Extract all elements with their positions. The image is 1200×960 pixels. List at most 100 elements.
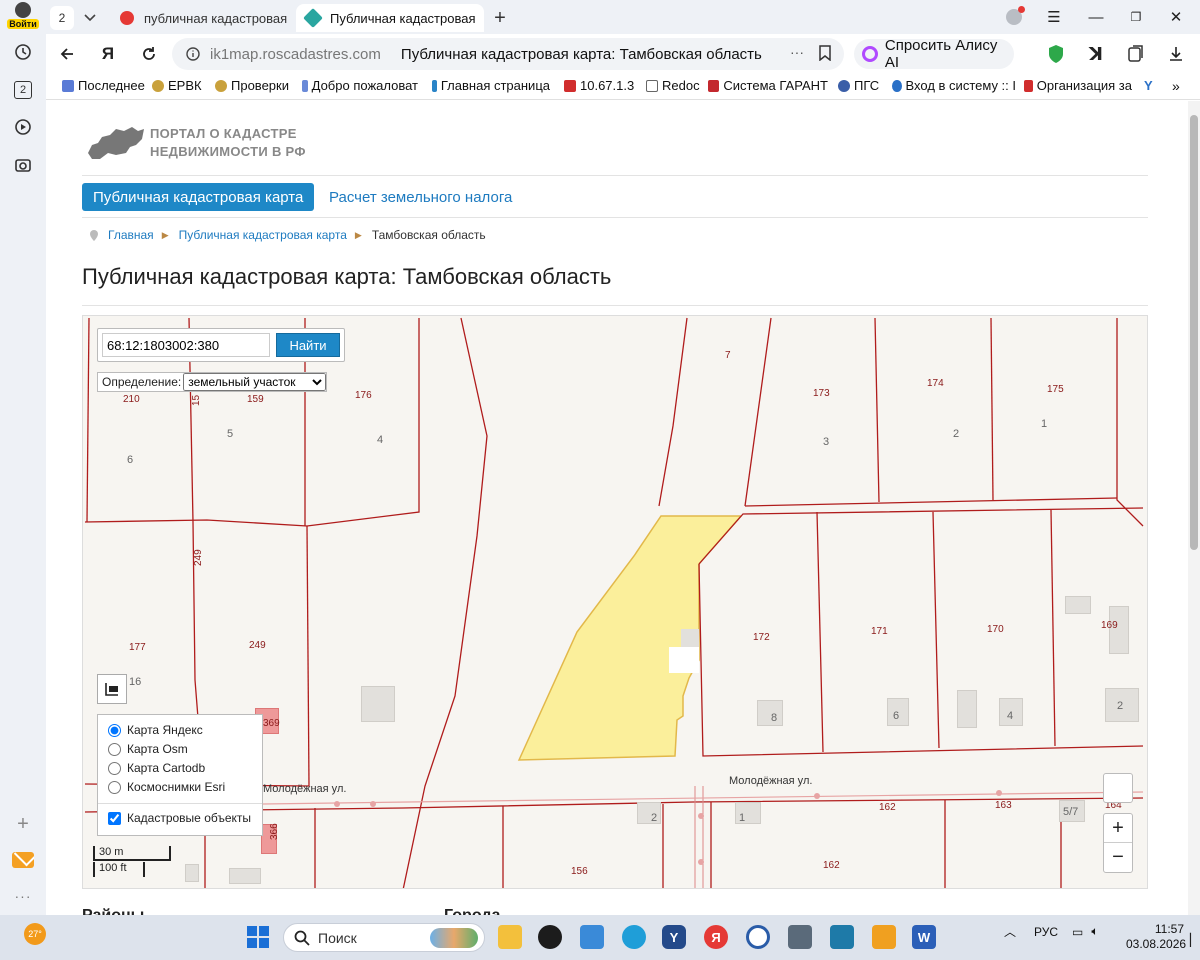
house-number: 2: [651, 812, 658, 824]
back-icon[interactable]: [55, 42, 79, 66]
app-c-icon[interactable]: [746, 925, 770, 949]
collections-icon[interactable]: [1124, 42, 1148, 66]
tab-counter[interactable]: 2: [50, 6, 74, 30]
layer-radio[interactable]: [108, 742, 121, 756]
parcel-label: 15: [191, 394, 202, 406]
zoom-out-button[interactable]: −: [1104, 843, 1132, 872]
new-tab-icon[interactable]: +: [488, 6, 512, 30]
yandex-music-icon[interactable]: [538, 925, 562, 949]
video-icon[interactable]: [11, 115, 35, 139]
tab-list-chevron-icon[interactable]: [78, 6, 102, 30]
edge-icon[interactable]: [622, 925, 646, 949]
more-bookmarks-icon[interactable]: »: [1172, 78, 1180, 94]
mail-icon[interactable]: [11, 848, 35, 872]
more-icon[interactable]: ···: [11, 884, 35, 908]
more-dots-icon[interactable]: ···: [790, 44, 804, 60]
emblem-icon: [152, 79, 164, 92]
windows-start-icon[interactable]: [247, 926, 269, 948]
breadcrumb-cadastral[interactable]: Публичная кадастровая карта: [179, 228, 347, 242]
volume-icon[interactable]: 🔈︎: [1091, 924, 1098, 939]
tab-cadastral-1[interactable]: публичная кадастровая к: [110, 4, 290, 32]
screenshot-icon[interactable]: [11, 153, 35, 177]
layers-toggle-button[interactable]: [97, 674, 127, 704]
bookmark-item[interactable]: Проверки: [215, 78, 289, 93]
close-tab-icon[interactable]: ✕: [484, 10, 485, 27]
tray-chevron-icon[interactable]: ︿: [1004, 923, 1016, 940]
downloads-icon[interactable]: [1164, 42, 1188, 66]
site-favicon-icon: [1024, 79, 1033, 92]
nav-cadastral-map[interactable]: Публичная кадастровая карта: [82, 183, 315, 211]
layer-option-osm[interactable]: Карта Osm: [108, 742, 188, 756]
weather-widget[interactable]: 27°: [24, 923, 46, 945]
outlook-icon[interactable]: [872, 925, 896, 949]
cadastral-number-input[interactable]: [102, 333, 270, 357]
layer-option-cartodb[interactable]: Карта Cartodb: [108, 761, 205, 775]
taskbar-clock[interactable]: 11:57 03.08.2026: [1126, 922, 1186, 952]
taskbar-search[interactable]: Поиск: [283, 923, 485, 952]
breadcrumb-home[interactable]: Главная: [108, 228, 154, 242]
yandex-icon[interactable]: Я: [704, 925, 728, 949]
restore-icon[interactable]: ❐: [1122, 5, 1150, 29]
layer-radio[interactable]: [108, 761, 121, 775]
alice-icon: [862, 46, 878, 62]
tabs-count-icon[interactable]: 2: [11, 78, 35, 102]
menu-icon[interactable]: ☰: [1040, 5, 1068, 29]
breadcrumb: Главная ▶ Публичная кадастровая карта ▶ …: [90, 228, 486, 242]
url-bar[interactable]: ik1map.roscadastres.com Публичная кадаст…: [172, 38, 844, 70]
reload-icon[interactable]: [137, 42, 161, 66]
extension-k-icon[interactable]: ꓘ: [1084, 42, 1108, 66]
layer-option-esri[interactable]: Космоснимки Esri: [108, 780, 225, 794]
protect-shield-icon[interactable]: [1044, 42, 1068, 66]
parcel-label: 172: [753, 632, 770, 643]
bookmark-item[interactable]: ЕРВК: [152, 78, 202, 93]
yandex-favicon-icon: [120, 11, 134, 25]
login-button[interactable]: Войти: [6, 2, 40, 32]
app-icon[interactable]: [580, 925, 604, 949]
bookmark-item[interactable]: Система ГАРАНТ: [708, 78, 828, 93]
site-info-icon[interactable]: [186, 47, 200, 61]
history-icon[interactable]: [11, 40, 35, 64]
bookmark-icon[interactable]: [818, 45, 832, 64]
cadastral-objects-option[interactable]: Кадастровые объекты: [108, 811, 251, 825]
file-explorer-icon[interactable]: [498, 925, 522, 949]
yandex-home-icon[interactable]: Я: [96, 42, 120, 66]
zoom-control: + −: [1103, 813, 1133, 873]
parcel-label: 249: [193, 549, 204, 566]
zoom-in-button[interactable]: +: [1104, 814, 1132, 843]
nav-land-tax[interactable]: Расчет земельного налога: [329, 183, 512, 211]
definition-label: Определение:: [102, 375, 182, 389]
layer-option-yandex[interactable]: Карта Яндекс: [108, 723, 203, 737]
layer-radio[interactable]: [108, 723, 121, 737]
bookmark-item[interactable]: 10.67.1.3: [564, 78, 634, 93]
cadastral-checkbox[interactable]: [108, 811, 121, 825]
layer-radio[interactable]: [108, 780, 121, 794]
yandex-browser-icon[interactable]: Y: [662, 925, 686, 949]
bookmark-item[interactable]: Организация за: [1024, 78, 1132, 93]
find-button[interactable]: Найти: [276, 333, 340, 357]
bookmark-item[interactable]: Redoc: [646, 78, 700, 93]
fullscreen-button[interactable]: [1103, 773, 1133, 803]
cadastral-map[interactable]: 210 159 15 176 7 173 174 175 249 177 249…: [82, 315, 1148, 889]
word-icon[interactable]: W: [912, 925, 936, 949]
app-icon[interactable]: [788, 925, 812, 949]
network-icon[interactable]: ▭: [1072, 925, 1083, 939]
app-icon[interactable]: [830, 925, 854, 949]
ask-alice-button[interactable]: Спросить Алису AI: [854, 37, 1014, 71]
bookmark-item[interactable]: ПГС: [838, 78, 879, 93]
definition-select[interactable]: земельный участок: [183, 373, 326, 391]
layer-switcher: Карта Яндекс Карта Osm Карта Cartodb Кос…: [97, 714, 263, 836]
notifications-icon[interactable]: ▏: [1190, 933, 1199, 947]
language-indicator[interactable]: РУС: [1034, 925, 1058, 939]
profile-icon[interactable]: [1000, 5, 1028, 29]
bookmark-overflow-icon[interactable]: Y: [1144, 78, 1153, 93]
bookmark-item[interactable]: Вход в систему :: I: [892, 78, 1016, 93]
minimize-icon[interactable]: —: [1082, 5, 1110, 29]
scrollbar-thumb[interactable]: [1190, 115, 1198, 550]
close-window-icon[interactable]: ✕: [1162, 5, 1190, 29]
add-icon[interactable]: +: [11, 812, 35, 836]
bookmark-item[interactable]: Главная страница: [432, 78, 550, 93]
tab-cadastral-2[interactable]: Публичная кадастровая ✕: [296, 4, 484, 32]
bookmark-item[interactable]: Последнее: [62, 78, 145, 93]
bookmark-item[interactable]: Добро пожаловат: [302, 78, 418, 93]
portal-logo[interactable]: ПОРТАЛ О КАДАСТРЕ НЕДВИЖИМОСТИ В РФ: [86, 121, 346, 171]
